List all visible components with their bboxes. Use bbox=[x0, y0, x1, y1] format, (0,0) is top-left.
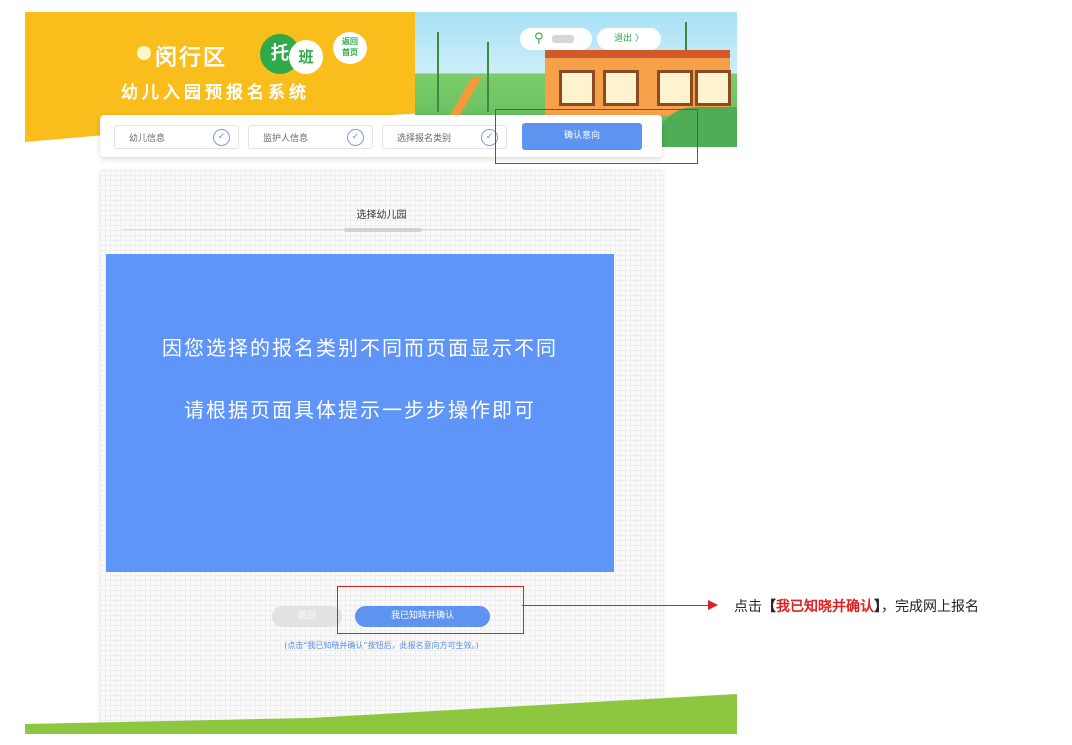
banner-line2: 请根据页面具体提示一步步操作即可 bbox=[184, 398, 536, 422]
check-circle-icon: ✓ bbox=[347, 129, 364, 146]
user-account-button[interactable]: ⚲ bbox=[520, 28, 592, 50]
step-label: 监护人信息 bbox=[263, 134, 309, 144]
annotation-close-bracket: 】 bbox=[874, 599, 881, 615]
step-label: 幼儿信息 bbox=[129, 134, 166, 144]
step-category[interactable]: 选择报名类别 ✓ bbox=[382, 125, 507, 149]
title-underline bbox=[344, 228, 422, 232]
home-bubble-line1: 返回 bbox=[342, 37, 358, 46]
annotation-arrow-line bbox=[522, 605, 708, 606]
highlight-box-step bbox=[495, 109, 698, 164]
banner-line1: 因您选择的报名类别不同而页面显示不同 bbox=[162, 336, 558, 360]
logo-sun-icon bbox=[137, 46, 151, 60]
home-bubble-line2: 首页 bbox=[342, 48, 358, 57]
window-decoration bbox=[603, 70, 639, 106]
window-decoration bbox=[657, 70, 693, 106]
username-redacted bbox=[552, 35, 574, 43]
card-title: 选择幼儿园 bbox=[356, 210, 407, 221]
arrow-right-icon bbox=[708, 600, 718, 610]
app-window: 闵行区 托 班 返回 首页 幼儿入园预报名系统 ⚲ 退出 〉 幼儿信息 ✓ 监护… bbox=[25, 12, 737, 734]
step-child-info[interactable]: 幼儿信息 ✓ bbox=[114, 125, 239, 149]
logo-ban: 班 bbox=[289, 40, 323, 74]
back-button[interactable]: 返回 bbox=[272, 606, 342, 627]
confirm-note: (点击“我已知晓并确认”按钮后，此报名意向方可生效。) bbox=[284, 641, 479, 650]
home-bubble-button[interactable]: 返回 首页 bbox=[333, 32, 367, 64]
step-label: 选择报名类别 bbox=[397, 134, 452, 144]
system-title: 幼儿入园预报名系统 bbox=[121, 83, 310, 103]
annotation-text: 点击【我已知晓并确认】，完成网上报名 bbox=[734, 596, 979, 616]
annotation-open-bracket: 【 bbox=[762, 599, 776, 615]
window-decoration bbox=[695, 70, 731, 106]
step-guardian-info[interactable]: 监护人信息 ✓ bbox=[248, 125, 373, 149]
logout-button[interactable]: 退出 〉 bbox=[597, 28, 661, 50]
check-circle-icon: ✓ bbox=[213, 129, 230, 146]
tree-decoration bbox=[437, 32, 439, 112]
highlight-box-confirm bbox=[337, 586, 524, 634]
annotation-suffix: ，完成网上报名 bbox=[881, 599, 979, 615]
annotation-highlight: 我已知晓并确认 bbox=[776, 599, 874, 615]
user-icon: ⚲ bbox=[534, 31, 544, 46]
logo-district: 闵行区 bbox=[155, 46, 228, 71]
annotation-prefix: 点击 bbox=[734, 599, 762, 615]
info-banner: 因您选择的报名类别不同而页面显示不同 请根据页面具体提示一步步操作即可 bbox=[106, 254, 614, 572]
window-decoration bbox=[559, 70, 595, 106]
main-card: 选择幼儿园 因您选择的报名类别不同而页面显示不同 请根据页面具体提示一步步操作即… bbox=[100, 170, 663, 734]
